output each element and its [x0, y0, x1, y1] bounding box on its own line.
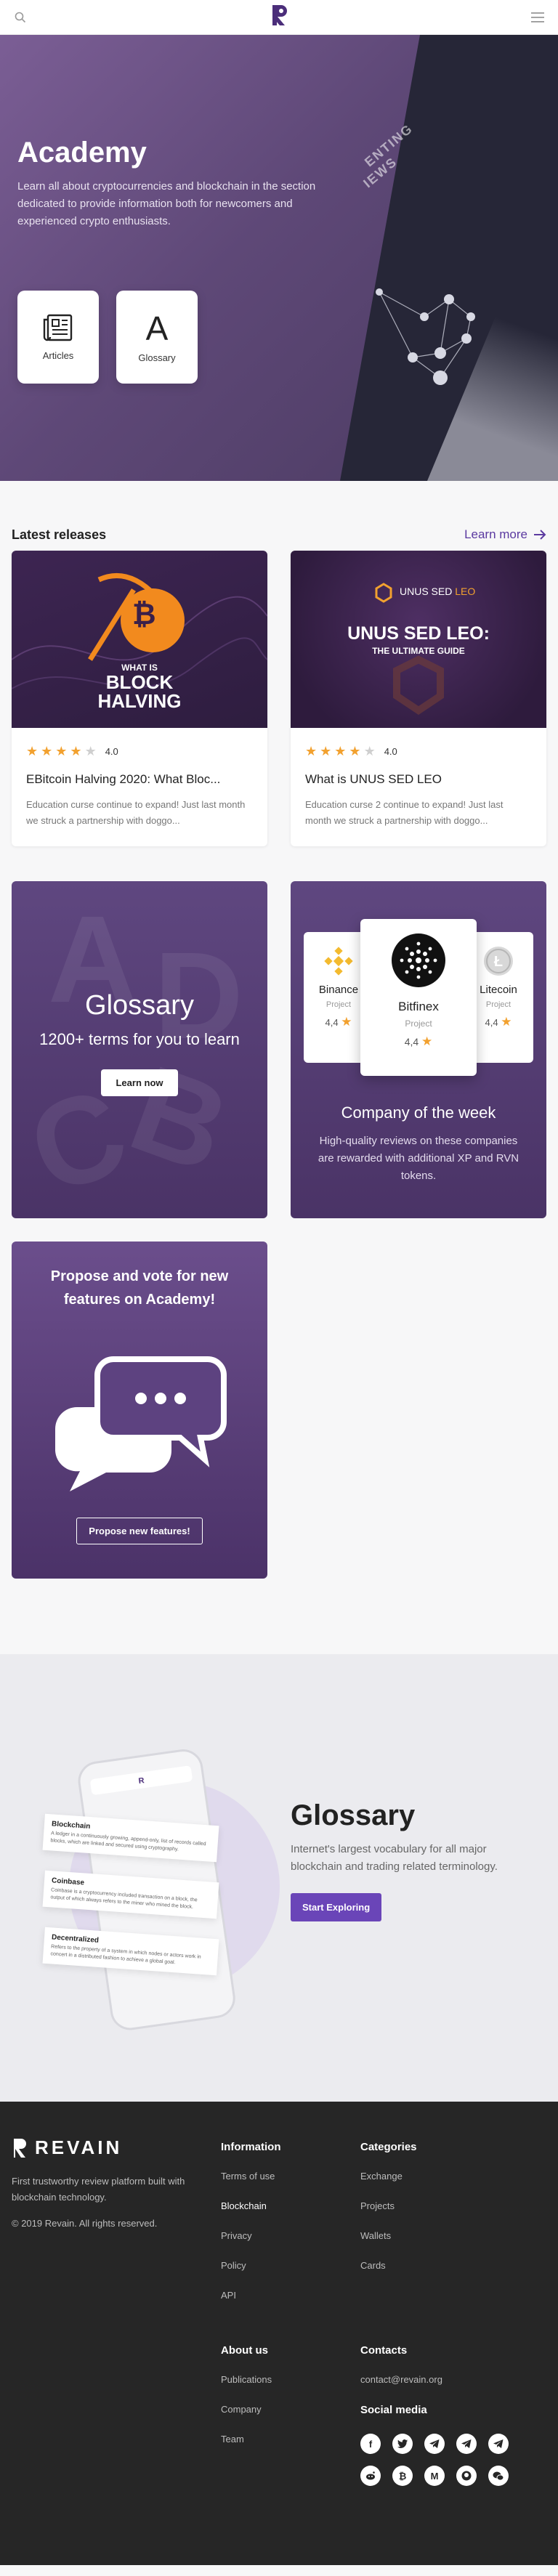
- star-icon: ★: [305, 744, 318, 758]
- star-icon: ★: [26, 744, 39, 758]
- star-icon: ★: [349, 744, 361, 758]
- footer-heading: Contacts: [360, 2344, 408, 2357]
- glossary-title: Glossary: [291, 1799, 416, 1831]
- arrow-right-icon: [534, 530, 546, 540]
- glossary-section: R Blockchain A ledger in a continuously …: [0, 1654, 558, 2102]
- article-title[interactable]: EBitcoin Halving 2020: What Bloc...: [26, 772, 253, 787]
- articles-tile[interactable]: Articles: [17, 291, 99, 384]
- rating-value: 4.0: [105, 746, 118, 757]
- article-title[interactable]: What is UNUS SED LEO: [305, 772, 532, 787]
- footer-link[interactable]: Projects: [360, 2200, 417, 2211]
- search-icon[interactable]: [12, 9, 29, 26]
- glossary-promo-subtitle: 1200+ terms for you to learn: [39, 1030, 240, 1048]
- telegram-icon[interactable]: [456, 2434, 477, 2454]
- article-image: UNUS SED LEO UNUS SED LEO: THE ULTIMATE …: [291, 551, 546, 728]
- newspaper-icon: [43, 314, 73, 341]
- footer-link[interactable]: API: [221, 2290, 281, 2301]
- facebook-icon[interactable]: f: [360, 2434, 381, 2454]
- star-icon: ★: [501, 1015, 512, 1029]
- glossary-promo-title: Glossary: [85, 990, 194, 1021]
- propose-title: Propose and vote for new features on Aca…: [50, 1268, 229, 1308]
- footer-about: First trustworthy review platform built …: [12, 2176, 185, 2203]
- social-links: f ₿ M: [360, 2434, 520, 2486]
- revain-logo[interactable]: [268, 2, 290, 32]
- star-icon: ★: [84, 744, 97, 758]
- footer-heading: Social media: [360, 2404, 427, 2416]
- revain-logo-icon: [14, 2138, 26, 2158]
- rating-stars: ★ ★ ★ ★ ★ 4.0: [305, 744, 532, 759]
- star-icon: ★: [41, 744, 53, 758]
- menu-icon[interactable]: [529, 9, 546, 26]
- footer-link[interactable]: Policy: [221, 2260, 281, 2271]
- learn-now-button[interactable]: Learn now: [101, 1069, 178, 1096]
- footer-heading: About us: [221, 2344, 268, 2357]
- litecoin-icon: Ł: [484, 947, 513, 976]
- footer-heading: Information: [221, 2141, 281, 2153]
- footer-link[interactable]: Company: [221, 2404, 272, 2415]
- glossary-tile[interactable]: A Glossary: [116, 291, 198, 384]
- footer-link[interactable]: Privacy: [221, 2230, 281, 2241]
- glossary-desc: Internet's largest vocabulary for all ma…: [291, 1843, 498, 1873]
- company-of-week-desc: High-quality reviews on these companies …: [318, 1135, 519, 1182]
- network-graphic: [376, 288, 475, 385]
- company-of-week-card: Binance Project 4,4 ★ Ł Litecoin Project…: [291, 881, 546, 1218]
- star-icon: ★: [363, 744, 376, 758]
- latest-releases-section: Latest releases Learn more ₿ WHAT IS BLO…: [0, 481, 558, 1579]
- academy-hero: ENTING IEWS Academy Learn all about cryp…: [0, 35, 558, 481]
- twitter-icon[interactable]: [392, 2434, 413, 2454]
- footer-link[interactable]: Team: [221, 2434, 272, 2445]
- top-header: [0, 0, 558, 35]
- article-excerpt: Education curse continue to expand! Just…: [26, 799, 246, 826]
- article-card[interactable]: UNUS SED LEO UNUS SED LEO: THE ULTIMATE …: [291, 551, 546, 846]
- rating-stars: ★ ★ ★ ★ ★ 4.0: [26, 744, 253, 759]
- article-image: ₿ WHAT IS BLOCK HALVING: [12, 551, 267, 728]
- company-card-bitfinex[interactable]: Bitfinex Project 4,4 ★: [360, 919, 477, 1076]
- svg-text:R: R: [138, 1776, 145, 1786]
- star-icon: ★: [70, 744, 82, 758]
- chat-bubbles-icon: [55, 1356, 227, 1491]
- star-icon: ★: [320, 744, 332, 758]
- svg-text:Ł: Ł: [494, 954, 503, 970]
- article-excerpt: Education curse 2 continue to expand! Ju…: [305, 799, 504, 826]
- bitcoin-icon: ₿: [132, 599, 156, 631]
- page-title: Academy: [17, 137, 147, 169]
- section-title: Latest releases: [12, 527, 107, 542]
- learn-more-link[interactable]: Learn more: [464, 527, 546, 542]
- hero-description: Learn all about cryptocurrencies and blo…: [17, 180, 316, 227]
- footer-link[interactable]: Publications: [221, 2374, 272, 2385]
- rating-value: 4.0: [384, 746, 397, 757]
- footer-link[interactable]: Cards: [360, 2260, 417, 2271]
- start-exploring-button[interactable]: Start Exploring: [291, 1893, 382, 1921]
- medium-icon[interactable]: M: [424, 2466, 445, 2486]
- bitfinex-icon: [392, 933, 445, 987]
- glossary-promo-card: A D B C Glossary 1200+ terms for you to …: [12, 881, 267, 1218]
- reddit-icon[interactable]: [360, 2466, 381, 2486]
- footer-link[interactable]: Terms of use: [221, 2171, 281, 2182]
- propose-features-button[interactable]: Propose new features!: [76, 1518, 203, 1544]
- bitcointalk-icon[interactable]: ₿: [392, 2466, 413, 2486]
- footer-link[interactable]: Exchange: [360, 2171, 417, 2182]
- propose-features-card: Propose and vote for new features on Aca…: [12, 1242, 267, 1579]
- telegram-icon[interactable]: [488, 2434, 509, 2454]
- star-icon: ★: [55, 744, 68, 758]
- telegram-icon[interactable]: [424, 2434, 445, 2454]
- footer: REVAIN First trustworthy review platform…: [0, 2102, 558, 2565]
- binance-icon: [324, 947, 353, 976]
- letter-a-icon: A: [145, 309, 169, 347]
- star-icon: ★: [334, 744, 347, 758]
- footer-logo[interactable]: REVAIN: [12, 2136, 208, 2159]
- contact-email-link[interactable]: contact@revain.org: [360, 2374, 520, 2385]
- copyright: © 2019 Revain. All rights reserved.: [12, 2218, 158, 2229]
- footer-link[interactable]: Wallets: [360, 2230, 417, 2241]
- company-of-week-title: Company of the week: [341, 1103, 496, 1122]
- star-icon: ★: [421, 1034, 433, 1048]
- wechat-icon[interactable]: [488, 2466, 509, 2486]
- footer-heading: Categories: [360, 2141, 417, 2153]
- github-icon[interactable]: [456, 2466, 477, 2486]
- article-card[interactable]: ₿ WHAT IS BLOCK HALVING ★ ★ ★ ★ ★ 4.0 EB…: [12, 551, 267, 846]
- star-icon: ★: [341, 1015, 352, 1029]
- footer-link[interactable]: Blockchain: [221, 2200, 281, 2211]
